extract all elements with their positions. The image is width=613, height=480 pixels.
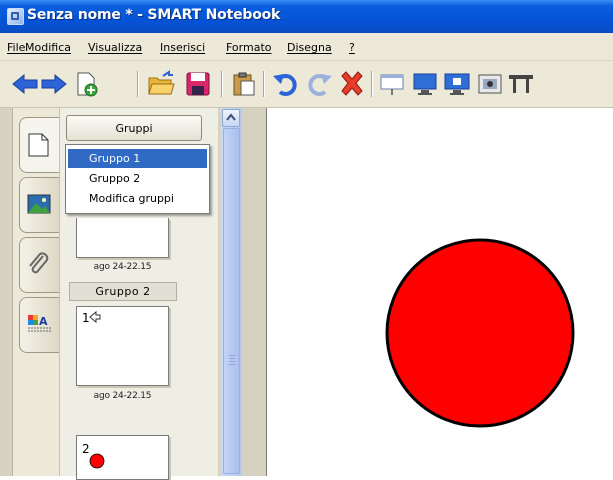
menu-modifica[interactable]: Modifica (25, 41, 71, 54)
smart-notebook-app-icon (7, 8, 24, 25)
dropdown-item-gruppo-2[interactable]: Gruppo 2 (68, 169, 207, 188)
page-thumbnail-1[interactable] (76, 218, 169, 258)
sidebar-tabs: A (12, 108, 60, 476)
pointer-arrow-icon (89, 310, 101, 324)
full-screen-icon[interactable] (411, 70, 439, 98)
table-icon[interactable] (507, 70, 535, 98)
menu-disegna[interactable]: Disegna (287, 41, 332, 54)
tab-properties[interactable]: A (19, 297, 60, 353)
paste-icon[interactable] (230, 70, 258, 98)
toolbar-separator (221, 71, 223, 97)
redo-icon[interactable] (305, 70, 333, 98)
toolbar (0, 61, 613, 108)
title-bar: Senza nome * - SMART Notebook (0, 0, 613, 33)
groups-button[interactable]: Gruppi (66, 115, 202, 141)
menu-visualizza[interactable]: Visualizza (88, 41, 142, 54)
forward-arrow-icon[interactable] (40, 70, 68, 98)
toolbar-separator (263, 71, 265, 97)
back-arrow-icon[interactable] (11, 70, 39, 98)
dropdown-item-modifica-gruppi[interactable]: Modifica gruppi (68, 189, 207, 208)
dropdown-item-gruppo-1[interactable]: Gruppo 1 (68, 149, 207, 168)
save-icon[interactable] (184, 70, 212, 98)
page-thumbnail-3[interactable]: 2 (76, 435, 169, 480)
properties-icon: A (28, 315, 51, 332)
menu-inserisci[interactable]: Inserisci (160, 41, 205, 54)
red-circle-thumbnail (89, 453, 105, 469)
window-title: Senza nome * - SMART Notebook (27, 7, 281, 23)
group-header-gruppo-2[interactable]: Gruppo 2 (69, 282, 177, 301)
menu-formato[interactable]: Formato (226, 41, 272, 54)
panel-divider[interactable] (242, 108, 267, 476)
capture-icon[interactable] (476, 70, 504, 98)
page-sorter-icon (28, 133, 49, 157)
tab-attachments[interactable] (19, 237, 60, 293)
page-thumbnail-2[interactable]: 1 (76, 306, 169, 386)
thumbnail-caption: ago 24-22.15 (93, 391, 152, 401)
svg-text:A: A (39, 315, 48, 328)
tab-page-sorter[interactable] (19, 117, 60, 173)
scroll-thumb[interactable] (223, 128, 240, 474)
gallery-icon (27, 194, 51, 214)
add-page-icon[interactable] (72, 70, 100, 98)
tab-gallery[interactable] (19, 177, 60, 233)
open-folder-icon[interactable] (147, 70, 175, 98)
red-circle-shape[interactable] (385, 238, 575, 428)
whiteboard-canvas[interactable] (267, 108, 613, 476)
canvas-drawing (385, 238, 575, 428)
menu-help[interactable]: ? (349, 41, 355, 54)
chevron-up-icon (226, 113, 236, 121)
toolbar-separator (371, 71, 373, 97)
screen-shade-icon[interactable] (378, 70, 406, 98)
scroll-up-button[interactable] (222, 109, 240, 127)
delete-icon[interactable] (338, 70, 366, 98)
menu-bar: File Modifica Visualizza Inserisci Forma… (0, 33, 613, 61)
thumbnail-caption: ago 24-22.15 (93, 262, 152, 272)
groups-dropdown: Gruppo 1 Gruppo 2 Modifica gruppi (65, 144, 210, 214)
attachments-icon (29, 252, 49, 274)
toolbar-separator (137, 71, 139, 97)
dual-page-icon[interactable] (443, 70, 471, 98)
undo-icon[interactable] (272, 70, 300, 98)
sorter-scrollbar[interactable] (221, 108, 242, 476)
menu-file[interactable]: File (7, 41, 25, 54)
